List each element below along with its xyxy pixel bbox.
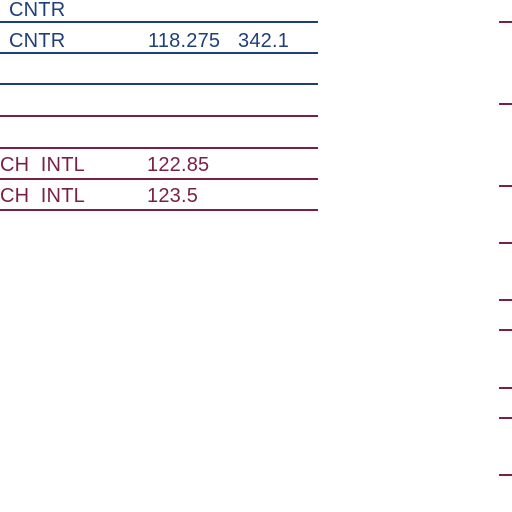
row-divider [0, 52, 318, 54]
row-divider [0, 115, 318, 117]
edge-tick [499, 185, 512, 187]
edge-tick [499, 387, 512, 389]
row-frequency: 122.85 [147, 154, 210, 176]
edge-tick [499, 329, 512, 331]
row-frequency: 118.275 [148, 30, 221, 52]
row-frequency: 123.5 [147, 185, 199, 207]
row-name: CH INTL [0, 154, 85, 176]
edge-tick [499, 21, 512, 23]
row-divider [0, 178, 318, 180]
edge-tick [499, 417, 512, 419]
row-divider [0, 21, 318, 23]
row-frequency-secondary: 342.1 [238, 30, 290, 52]
row-name: CNTR [9, 0, 66, 21]
row-name: CH INTL [0, 185, 85, 207]
row-divider [0, 147, 318, 149]
frequency-chart: CNTR CNTR 118.275 342.1 CH INTL 122.85 C… [0, 0, 512, 512]
row-divider [0, 83, 318, 85]
edge-tick [499, 103, 512, 105]
row-divider [0, 209, 318, 211]
edge-tick [499, 299, 512, 301]
edge-tick [499, 242, 512, 244]
row-name: CNTR [9, 30, 66, 52]
edge-tick [499, 474, 512, 476]
